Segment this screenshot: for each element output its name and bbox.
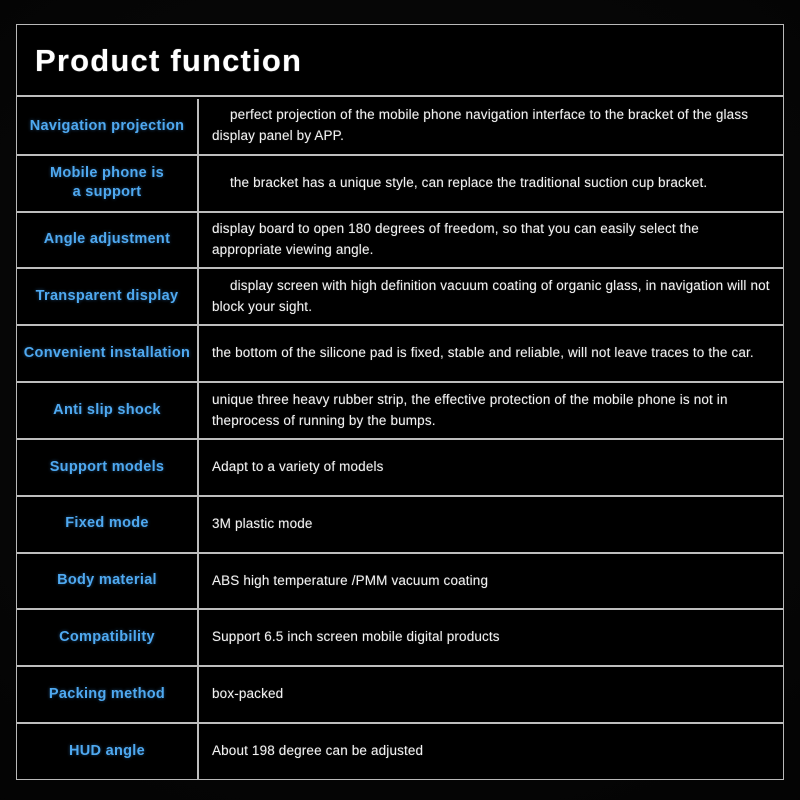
spec-label-text: Navigation projection [29, 117, 185, 134]
page-title: Product function [35, 42, 303, 78]
spec-description-text: About 198 degree can be adjusted [212, 743, 424, 759]
spec-panel: Product function Navigation projection pe… [16, 24, 784, 780]
spec-description-cell: ABS high temperature /PMM vacuum coating [199, 554, 783, 609]
product-function-spec-sheet: Product function Navigation projection pe… [0, 0, 800, 800]
spec-label-cell: Convenient installation [17, 326, 199, 382]
spec-label-cell: Compatibility [17, 610, 199, 666]
spec-row: Fixed mode 3M plastic mode [17, 496, 783, 554]
spec-row: Navigation projection perfect projection … [17, 99, 783, 156]
spec-description-cell: Support 6.5 inch screen mobile digital p… [199, 610, 783, 665]
spec-row: Body material ABS high temperature /PMM v… [17, 553, 783, 611]
spec-label-cell: Fixed mode [17, 496, 199, 552]
spec-row: HUD angle About 198 degree can be adjuste… [17, 724, 783, 779]
spec-description-cell: display screen with high definition vacu… [199, 269, 783, 324]
spec-description-cell: 3M plastic mode [199, 497, 783, 552]
spec-row: Angle adjustment display board to open 18… [17, 212, 783, 270]
spec-label-text: Mobile phone is a support [49, 164, 165, 201]
spec-row: Transparent display display screen with h… [17, 269, 783, 327]
spec-description-text: perfect projection of the mobile phone n… [212, 107, 749, 144]
spec-description-cell: About 198 degree can be adjusted [199, 724, 783, 779]
spec-label-text: HUD angle [68, 742, 145, 759]
spec-description-text: display board to open 180 degrees of fre… [212, 221, 699, 258]
spec-row: Convenient installation the bottom of the… [17, 326, 783, 384]
spec-label-cell: Body material [17, 553, 199, 609]
spec-label-text: Fixed mode [65, 515, 149, 532]
spec-label-cell: Anti slip shock [17, 383, 199, 438]
spec-label-cell: Packing method [17, 667, 199, 723]
spec-description-cell: perfect projection of the mobile phone n… [199, 99, 783, 154]
spec-description-text: unique three heavy rubber strip, the eff… [212, 391, 728, 428]
spec-label-text: Angle adjustment [43, 231, 171, 248]
spec-label-text: Support models [49, 458, 165, 475]
spec-description-cell: the bracket has a unique style, can repl… [199, 156, 783, 211]
spec-label-cell: Angle adjustment [17, 212, 199, 268]
spec-label-text: Body material [57, 572, 157, 589]
spec-label-text: Transparent display [35, 288, 179, 305]
spec-label-cell: Transparent display [17, 269, 199, 325]
spec-description-cell: unique three heavy rubber strip, the eff… [199, 383, 783, 438]
spec-description-text: the bracket has a unique style, can repl… [230, 174, 708, 190]
spec-label-cell: Mobile phone is a support [17, 155, 199, 211]
spec-label-text: Compatibility [59, 629, 155, 646]
spec-row: Anti slip shock unique three heavy rubber… [17, 383, 783, 440]
spec-description-cell: box-packed [199, 667, 783, 722]
spec-label-text: Convenient installation [23, 344, 191, 361]
spec-description-cell: display board to open 180 degrees of fre… [199, 213, 783, 268]
spec-label-cell: Navigation projection [17, 99, 199, 154]
spec-row: Compatibility Support 6.5 inch screen mob… [17, 610, 783, 668]
spec-row: Packing method box-packed [17, 667, 783, 725]
spec-row: Mobile phone is a support the bracket has… [17, 155, 783, 213]
spec-description-text: box-packed [212, 686, 284, 702]
spec-description-text: ABS high temperature /PMM vacuum coating [212, 572, 489, 588]
spec-row: Support models Adapt to a variety of mode… [17, 439, 783, 497]
spec-description-cell: the bottom of the silicone pad is fixed,… [199, 326, 783, 381]
spec-description-text: Adapt to a variety of models [212, 458, 384, 474]
spec-label-cell: HUD angle [17, 724, 199, 779]
spec-label-cell: Support models [17, 439, 199, 495]
spec-description-text: display screen with high definition vacu… [212, 277, 770, 314]
title-band: Product function [17, 25, 783, 97]
spec-description-text: the bottom of the silicone pad is fixed,… [212, 345, 754, 361]
spec-table: Navigation projection perfect projection … [17, 99, 783, 779]
spec-description-text: 3M plastic mode [212, 515, 313, 531]
spec-label-text: Packing method [48, 685, 166, 702]
spec-description-cell: Adapt to a variety of models [199, 440, 783, 495]
spec-description-text: Support 6.5 inch screen mobile digital p… [212, 629, 500, 645]
spec-label-text: Anti slip shock [53, 401, 161, 418]
